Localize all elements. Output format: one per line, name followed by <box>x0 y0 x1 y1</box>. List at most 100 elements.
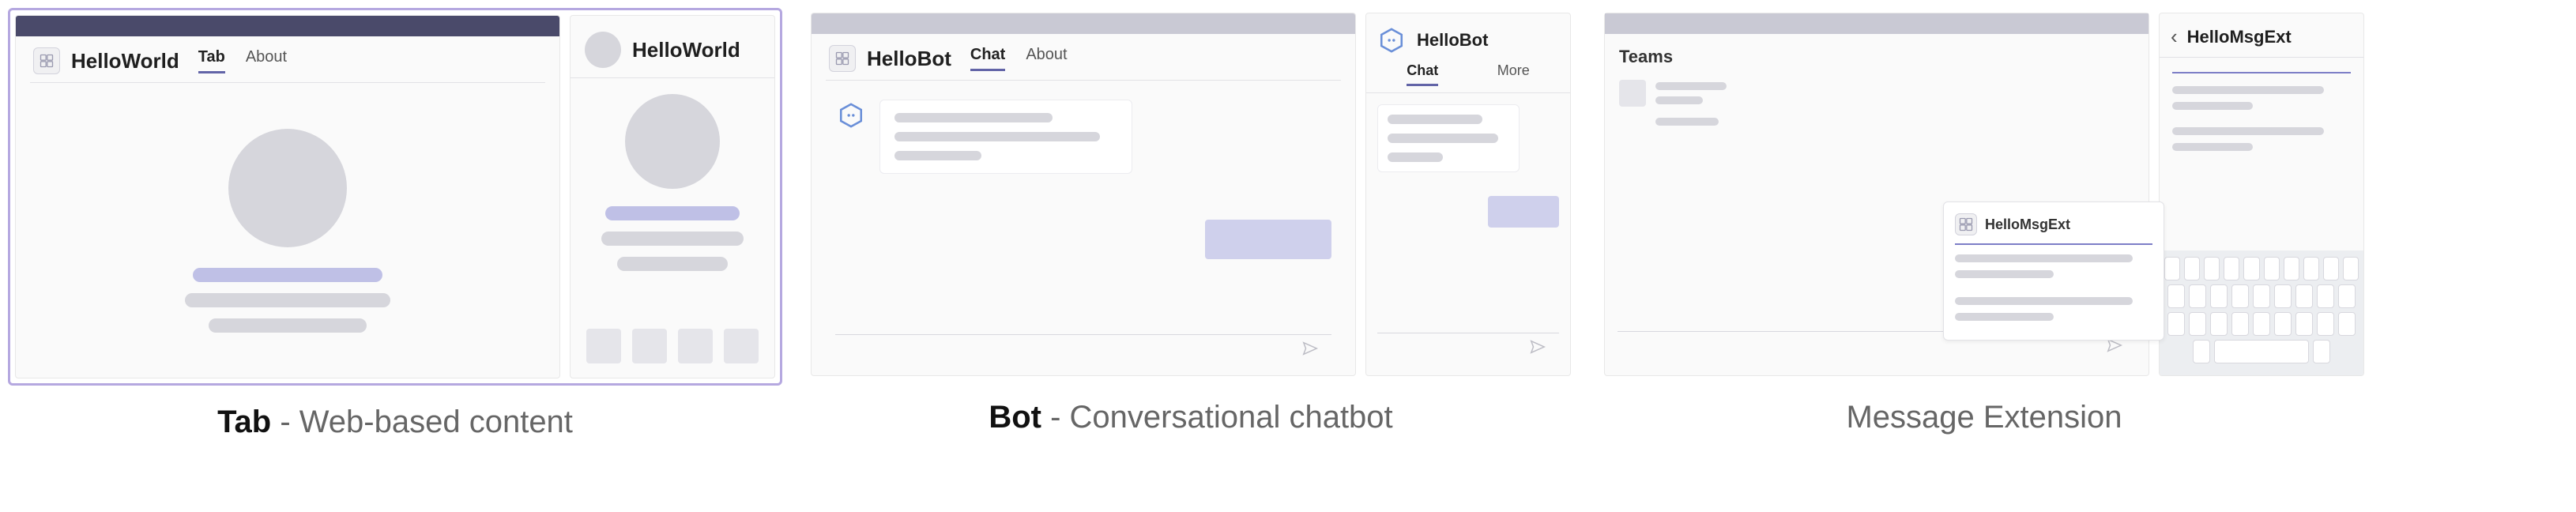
window-titlebar <box>812 13 1355 34</box>
skeleton-lines <box>601 206 744 271</box>
skeleton-line <box>2172 127 2324 135</box>
keyboard[interactable] <box>2160 250 2363 375</box>
compose-bar[interactable] <box>1377 333 1559 364</box>
search-underline[interactable] <box>2172 70 2351 73</box>
msgext-mobile-panel: ‹ HelloMsgExt <box>2159 13 2364 376</box>
popup-header: HelloMsgExt <box>1955 213 2152 235</box>
caption-rest: - Conversational chatbot <box>1041 400 1393 435</box>
app-icon <box>33 47 60 74</box>
tab-about[interactable]: About <box>246 48 287 73</box>
outgoing-bubble <box>1205 220 1331 259</box>
tab-row: Tab About <box>198 48 287 73</box>
window-titlebar <box>1605 13 2149 34</box>
bot-capability-group: HelloBot Chat About <box>806 8 1576 440</box>
outgoing-message <box>1488 196 1559 228</box>
popup-title: HelloMsgExt <box>1985 216 2070 233</box>
send-icon[interactable] <box>1301 340 1319 361</box>
window-titlebar <box>16 16 559 36</box>
sidebar-title: Teams <box>1619 47 1796 67</box>
bot-mobile-header: HelloBot <box>1366 13 1570 62</box>
tab-about[interactable]: About <box>1026 46 1067 71</box>
bot-mobile-tabs: Chat More <box>1366 62 1570 92</box>
skeleton-lines <box>185 268 390 333</box>
skeleton-line <box>2172 86 2324 94</box>
bot-mobile-body <box>1366 93 1570 375</box>
incoming-message <box>835 100 1331 174</box>
skeleton-line <box>605 206 740 220</box>
skeleton-line <box>894 132 1100 141</box>
tab-chat[interactable]: Chat <box>1407 62 1438 86</box>
skeleton-line <box>1388 152 1443 162</box>
msgext-main: HelloMsgExt <box>1605 170 2149 375</box>
chat-body <box>812 81 1355 375</box>
msgext-mobile-body <box>2160 58 2363 250</box>
tab-header: HelloWorld Tab About <box>16 36 559 82</box>
compose-bar[interactable] <box>835 334 1331 366</box>
bot-hex-icon <box>835 100 867 131</box>
selected-outline: HelloWorld Tab About <box>8 8 782 386</box>
bot-header: HelloBot Chat About <box>812 34 1355 80</box>
teams-sidebar: Teams <box>1605 34 1810 149</box>
mobile-title: HelloWorld <box>632 38 740 62</box>
caption-bold: Tab <box>217 405 271 439</box>
skeleton-line <box>1955 297 2133 305</box>
caption-bold: Bot <box>989 400 1041 435</box>
bot-hex-icon <box>1377 26 1406 55</box>
skeleton-line <box>894 113 1053 122</box>
skeleton-line <box>1388 134 1498 143</box>
avatar-placeholder-icon <box>625 94 720 189</box>
tab-more[interactable]: More <box>1497 62 1530 86</box>
tab-capability-group: HelloWorld Tab About <box>8 8 782 440</box>
msgext-caption: Message Extension <box>1846 400 2122 435</box>
tile[interactable] <box>678 329 713 363</box>
skeleton-line <box>1955 313 2054 321</box>
app-icon <box>1955 213 1977 235</box>
skeleton-line <box>601 232 744 246</box>
sidebar-item[interactable] <box>1619 118 1796 126</box>
sidebar-item[interactable] <box>1619 80 1796 107</box>
avatar-placeholder-icon <box>228 129 347 247</box>
skeleton-line <box>2172 143 2253 151</box>
caption-rest: - Web-based content <box>271 405 573 439</box>
message-bubble <box>879 100 1132 174</box>
skeleton-line <box>1655 118 1719 126</box>
app-icon <box>829 45 856 72</box>
mobile-title: HelloMsgExt <box>2187 27 2292 47</box>
skeleton-line <box>1955 254 2133 262</box>
tile[interactable] <box>586 329 621 363</box>
skeleton-line <box>2172 102 2253 110</box>
outgoing-message <box>1205 220 1331 259</box>
tab-tab[interactable]: Tab <box>198 48 225 73</box>
skeleton-line <box>894 151 981 160</box>
app-name: HelloWorld <box>71 49 179 73</box>
bot-mobile-panel: HelloBot Chat More <box>1365 13 1571 376</box>
bottom-tiles <box>586 329 759 363</box>
avatar-icon <box>585 32 621 68</box>
skeleton-line <box>1655 82 1727 90</box>
bot-desktop-panel: HelloBot Chat About <box>811 13 1356 376</box>
skeleton-line <box>1655 96 1703 104</box>
outgoing-bubble <box>1488 196 1559 228</box>
msgext-popup: HelloMsgExt <box>1943 201 2164 341</box>
app-name: HelloBot <box>867 47 951 71</box>
tab-content-placeholder <box>16 83 559 378</box>
msgext-capability-group: Teams <box>1599 8 2369 440</box>
tab-desktop-panel: HelloWorld Tab About <box>15 15 560 378</box>
skeleton-line <box>193 268 382 282</box>
mobile-title: HelloBot <box>1417 30 1488 51</box>
tab-chat[interactable]: Chat <box>970 46 1005 71</box>
tab-caption: Tab - Web-based content <box>217 405 573 440</box>
back-chevron-icon[interactable]: ‹ <box>2171 24 2178 49</box>
popup-search-underline[interactable] <box>1955 243 2152 245</box>
skeleton-line <box>185 293 390 307</box>
skeleton-line <box>209 318 367 333</box>
tab-row: Chat About <box>970 46 1068 71</box>
tile[interactable] <box>724 329 759 363</box>
tab-mobile-panel: HelloWorld <box>570 15 775 378</box>
msgext-desktop-panel: Teams <box>1604 13 2149 376</box>
msgext-mobile-header: ‹ HelloMsgExt <box>2160 13 2363 57</box>
send-icon[interactable] <box>1529 338 1546 360</box>
tile[interactable] <box>632 329 667 363</box>
message-bubble <box>1377 104 1520 172</box>
skeleton-line <box>1388 115 1482 124</box>
